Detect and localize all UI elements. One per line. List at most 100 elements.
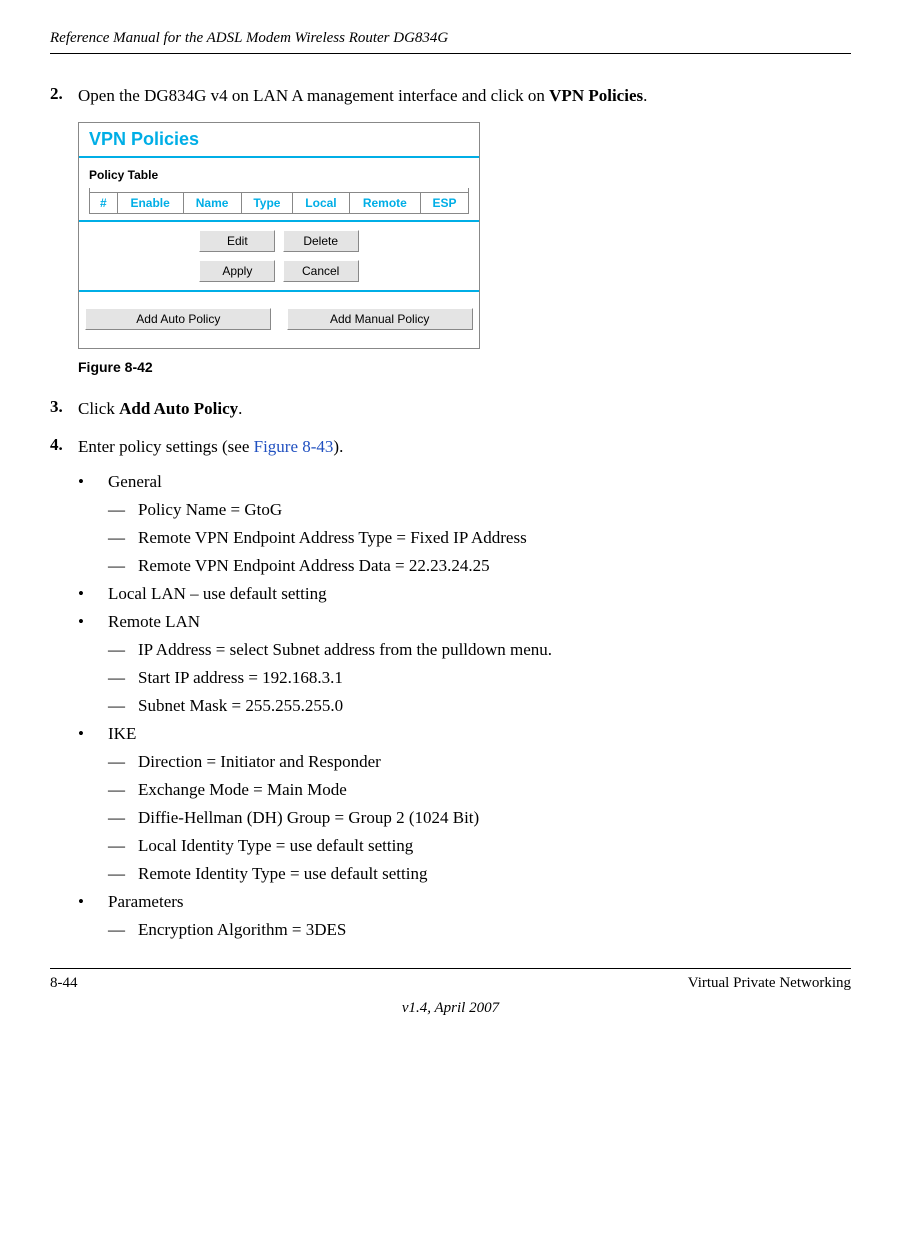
bullet-local-lan: • Local LAN – use default setting	[78, 584, 851, 604]
figure-link[interactable]: Figure 8-43	[254, 437, 334, 456]
bold-text: Add Auto Policy	[119, 399, 238, 418]
divider	[79, 156, 479, 158]
panel-title: VPN Policies	[79, 123, 479, 154]
cancel-button[interactable]: Cancel	[283, 260, 359, 282]
dash-list-parameters: —Encryption Algorithm = 3DES	[108, 920, 851, 940]
dash-marker: —	[108, 556, 138, 576]
step-3: 3. Click Add Auto Policy.	[50, 397, 851, 421]
table-header-row: # Enable Name Type Local Remote ESP	[90, 192, 469, 213]
button-row-add: Add Auto Policy Add Manual Policy	[79, 308, 479, 330]
apply-button[interactable]: Apply	[199, 260, 275, 282]
col-remote: Remote	[349, 192, 420, 213]
bullet-marker: •	[78, 472, 108, 492]
dash-list-ike: —Direction = Initiator and Responder —Ex…	[108, 752, 851, 884]
bullet-text: Parameters	[108, 892, 851, 912]
col-num: #	[90, 192, 118, 213]
dash-marker: —	[108, 920, 138, 940]
add-auto-policy-button[interactable]: Add Auto Policy	[85, 308, 271, 330]
text: Subnet Mask = 255.255.255.0	[138, 696, 343, 716]
text: Diffie-Hellman (DH) Group = Group 2 (102…	[138, 808, 479, 828]
text: Open the DG834G v4 on LAN A management i…	[78, 86, 549, 105]
step-body: Click Add Auto Policy.	[78, 397, 851, 421]
list-item: —Diffie-Hellman (DH) Group = Group 2 (10…	[108, 808, 851, 828]
text: IP Address = select Subnet address from …	[138, 640, 552, 660]
step-body: Open the DG834G v4 on LAN A management i…	[78, 84, 851, 108]
text: Remote VPN Endpoint Address Type = Fixed…	[138, 528, 527, 548]
dash-marker: —	[108, 696, 138, 716]
list-item: —Remote VPN Endpoint Address Type = Fixe…	[108, 528, 851, 548]
bullet-text: Remote LAN	[108, 612, 851, 632]
list-item: —Local Identity Type = use default setti…	[108, 836, 851, 856]
bullet-general: • General	[78, 472, 851, 492]
text: Encryption Algorithm = 3DES	[138, 920, 346, 940]
col-local: Local	[293, 192, 350, 213]
footer-version: v1.4, April 2007	[50, 1000, 851, 1017]
dash-marker: —	[108, 752, 138, 772]
add-manual-policy-button[interactable]: Add Manual Policy	[287, 308, 473, 330]
dash-marker: —	[108, 808, 138, 828]
text: Enter policy settings (see	[78, 437, 254, 456]
dash-list-general: —Policy Name = GtoG —Remote VPN Endpoint…	[108, 500, 851, 576]
list-item: —Start IP address = 192.168.3.1	[108, 668, 851, 688]
list-item: —Direction = Initiator and Responder	[108, 752, 851, 772]
bullet-marker: •	[78, 724, 108, 744]
bullet-list: • General —Policy Name = GtoG —Remote VP…	[78, 472, 851, 940]
text: Exchange Mode = Main Mode	[138, 780, 347, 800]
button-row-apply: Apply Cancel	[79, 260, 479, 282]
step-number: 4.	[50, 435, 78, 459]
text: Start IP address = 192.168.3.1	[138, 668, 343, 688]
bullet-marker: •	[78, 612, 108, 632]
list-item: —Remote VPN Endpoint Address Data = 22.2…	[108, 556, 851, 576]
bullet-marker: •	[78, 892, 108, 912]
step-4: 4. Enter policy settings (see Figure 8-4…	[50, 435, 851, 459]
list-item: —Exchange Mode = Main Mode	[108, 780, 851, 800]
text: Policy Name = GtoG	[138, 500, 282, 520]
bullet-text: Local LAN – use default setting	[108, 584, 851, 604]
edit-button[interactable]: Edit	[199, 230, 275, 252]
text: Remote Identity Type = use default setti…	[138, 864, 427, 884]
delete-button[interactable]: Delete	[283, 230, 359, 252]
text: .	[643, 86, 647, 105]
dash-marker: —	[108, 668, 138, 688]
divider	[79, 220, 479, 222]
dash-marker: —	[108, 836, 138, 856]
panel-subtitle: Policy Table	[79, 160, 479, 188]
col-name: Name	[183, 192, 241, 213]
bullet-parameters: • Parameters	[78, 892, 851, 912]
list-item: —IP Address = select Subnet address from…	[108, 640, 851, 660]
dash-marker: —	[108, 500, 138, 520]
step-number: 2.	[50, 84, 78, 108]
dash-marker: —	[108, 864, 138, 884]
bullet-marker: •	[78, 584, 108, 604]
list-item: —Subnet Mask = 255.255.255.0	[108, 696, 851, 716]
figure-vpn-policies: VPN Policies Policy Table # Enable Name …	[78, 122, 851, 349]
bold-text: VPN Policies	[549, 86, 643, 105]
dash-marker: —	[108, 528, 138, 548]
list-item: —Policy Name = GtoG	[108, 500, 851, 520]
list-item: —Encryption Algorithm = 3DES	[108, 920, 851, 940]
dash-list-remote-lan: —IP Address = select Subnet address from…	[108, 640, 851, 716]
vpn-policies-panel: VPN Policies Policy Table # Enable Name …	[78, 122, 480, 349]
bullet-ike: • IKE	[78, 724, 851, 744]
bullet-remote-lan: • Remote LAN	[78, 612, 851, 632]
text: Click	[78, 399, 119, 418]
bullet-text: IKE	[108, 724, 851, 744]
step-body: Enter policy settings (see Figure 8-43).	[78, 435, 851, 459]
text: .	[238, 399, 242, 418]
footer-section-title: Virtual Private Networking	[688, 975, 851, 992]
policy-table: # Enable Name Type Local Remote ESP	[89, 188, 469, 214]
col-type: Type	[241, 192, 293, 213]
button-row-edit: Edit Delete	[79, 230, 479, 252]
page-header: Reference Manual for the ADSL Modem Wire…	[50, 30, 851, 54]
footer-page-number: 8-44	[50, 975, 78, 992]
bullet-text: General	[108, 472, 851, 492]
list-item: —Remote Identity Type = use default sett…	[108, 864, 851, 884]
col-esp: ESP	[421, 192, 469, 213]
text: Direction = Initiator and Responder	[138, 752, 381, 772]
step-number: 3.	[50, 397, 78, 421]
figure-caption: Figure 8-42	[78, 359, 851, 375]
page-footer: 8-44 Virtual Private Networking v1.4, Ap…	[50, 968, 851, 1017]
col-enable: Enable	[117, 192, 183, 213]
dash-marker: —	[108, 780, 138, 800]
divider	[79, 290, 479, 292]
